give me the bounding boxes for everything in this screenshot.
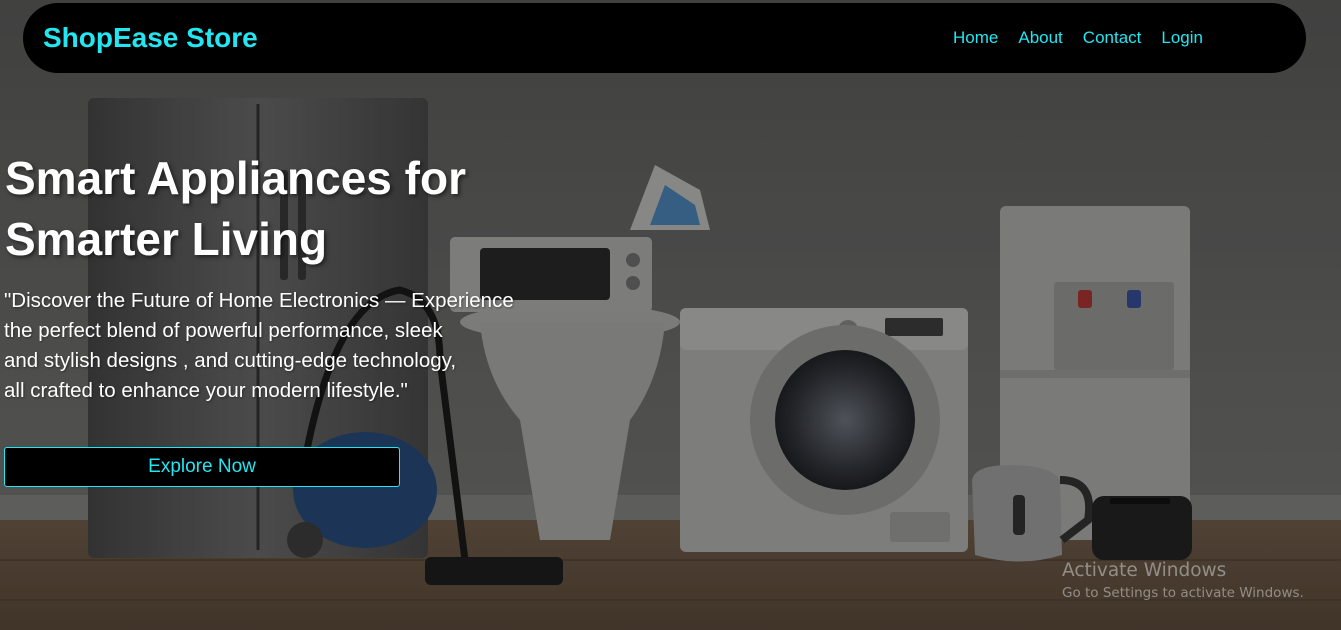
hero-description-line: "Discover the Future of Home Electronics…: [4, 289, 514, 312]
navbar: ShopEase Store Home About Contact Login: [23, 3, 1306, 73]
explore-now-button[interactable]: Explore Now: [4, 447, 400, 487]
nav-links: Home About Contact Login: [953, 28, 1203, 48]
hero-description-line: the perfect blend of powerful performanc…: [4, 319, 443, 342]
nav-link-contact[interactable]: Contact: [1083, 28, 1142, 48]
nav-link-about[interactable]: About: [1018, 28, 1062, 48]
hero-title: Smart Appliances for Smarter Living: [5, 148, 545, 270]
hero-description-line: all crafted to enhance your modern lifes…: [4, 379, 408, 402]
hero-title-line-1: Smart Appliances for: [5, 152, 466, 204]
watermark-title: Activate Windows: [1062, 560, 1227, 581]
hero-title-line-2: Smarter Living: [5, 213, 328, 265]
watermark-subtitle: Go to Settings to activate Windows.: [1062, 585, 1304, 601]
windows-activation-watermark: Activate Windows Go to Settings to activ…: [1062, 560, 1304, 602]
hero-description: "Discover the Future of Home Electronics…: [4, 286, 584, 406]
nav-link-login[interactable]: Login: [1161, 28, 1203, 48]
brand-logo[interactable]: ShopEase Store: [43, 22, 258, 54]
nav-link-home[interactable]: Home: [953, 28, 998, 48]
hero-description-line: and stylish designs , and cutting-edge t…: [4, 349, 457, 372]
